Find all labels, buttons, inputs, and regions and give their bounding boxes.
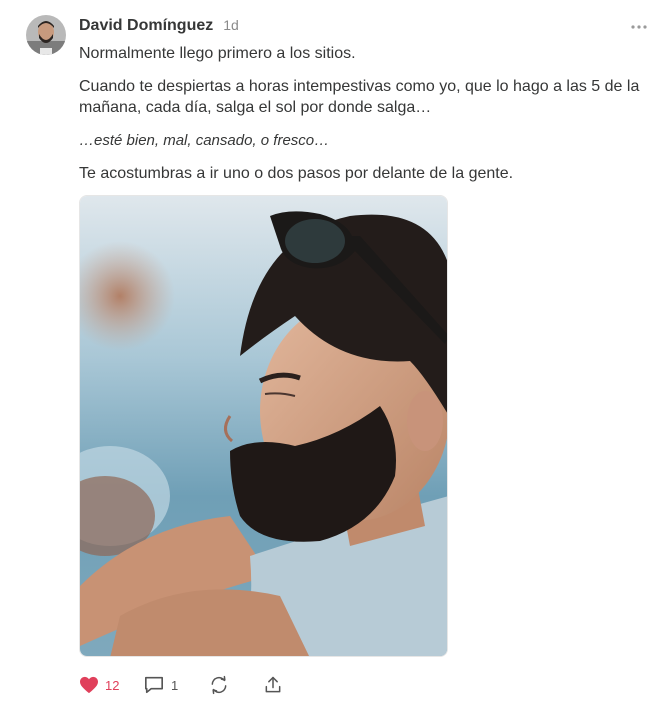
post-header: David Domínguez 1d — [79, 17, 239, 39]
post-actions: 12 1 — [79, 672, 283, 698]
share-icon — [265, 676, 281, 693]
portrait-photo — [80, 196, 447, 656]
comment-button[interactable]: 1 — [143, 675, 209, 695]
post-paragraph: Normalmente llego primero a los sitios. — [79, 45, 356, 62]
post-body: Normalmente llego primero a los sitios. … — [79, 43, 659, 184]
restack-button[interactable] — [209, 675, 263, 695]
restack-icon — [211, 675, 227, 695]
heart-icon — [80, 676, 98, 694]
author-avatar[interactable] — [26, 15, 66, 55]
comment-count: 1 — [171, 677, 179, 693]
post-timestamp[interactable]: 1d — [223, 17, 239, 33]
like-button[interactable]: 12 — [79, 676, 143, 694]
author-name[interactable]: David Domínguez — [79, 17, 213, 35]
post-paragraph: Cuando te despiertas a horas intempestiv… — [79, 78, 640, 116]
share-button[interactable] — [263, 675, 283, 695]
avatar-image — [26, 15, 66, 55]
post-paragraph: Te acostumbras a ir uno o dos pasos por … — [79, 165, 514, 182]
comment-icon — [145, 676, 163, 694]
more-options-button[interactable] — [628, 16, 650, 38]
post-image[interactable] — [79, 195, 448, 657]
post-paragraph-italic: …esté bien, mal, cansado, o fresco… — [79, 132, 330, 149]
like-count: 12 — [105, 677, 120, 693]
more-dots-icon — [631, 25, 647, 29]
